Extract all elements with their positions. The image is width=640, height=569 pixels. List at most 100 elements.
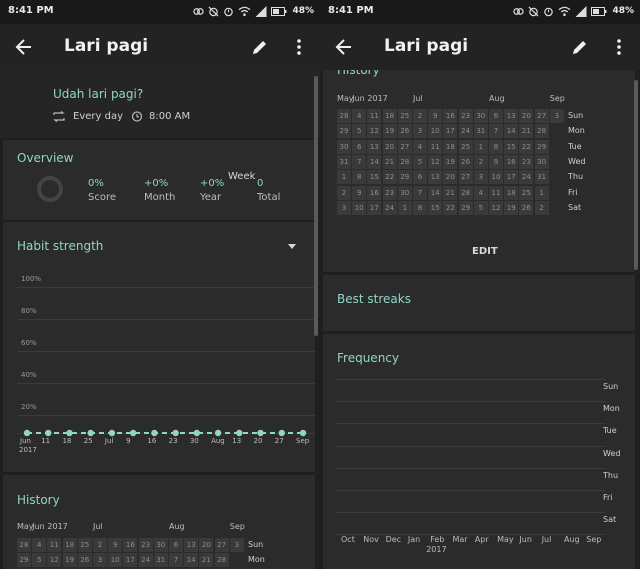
link-icon (513, 7, 525, 15)
history-cell: 3 (549, 109, 564, 123)
strength-point (87, 429, 94, 437)
history-month-label: Jun (32, 522, 45, 531)
x-year-label: 2017 (19, 446, 37, 454)
strength-point (257, 429, 264, 437)
history-day-label: Fri (568, 187, 578, 197)
history-cell: 3 (229, 538, 244, 552)
frequency-month-label: Oct (341, 535, 355, 544)
battery-percent: 48% (612, 6, 634, 16)
best-streaks-title: Best streaks (337, 292, 411, 306)
history-month-label: Jun (352, 94, 365, 103)
scrollbar[interactable] (634, 80, 638, 270)
history-cell: 2 (413, 109, 427, 123)
history-cell: 3 (473, 170, 488, 185)
history-cell: 23 (519, 154, 534, 169)
history-cell: 23 (382, 185, 397, 200)
history-cell: 7 (352, 154, 367, 169)
history-cell: 27 (534, 109, 549, 123)
frequency-day-label: Wed (603, 448, 621, 458)
status-time: 8:41 PM (328, 5, 374, 16)
history-cell: 4 (413, 139, 427, 154)
frequency-month-label: Jun (519, 535, 532, 544)
history-day-label: Sun (568, 111, 584, 120)
history-cell: 2 (534, 200, 549, 215)
edit-pencil-icon[interactable] (570, 37, 590, 57)
history-cell: 30 (534, 154, 549, 169)
history-cell: 30 (473, 109, 488, 123)
frequency-gridline (336, 423, 606, 425)
history-cell: 4 (32, 538, 47, 552)
history-cell: 16 (504, 154, 519, 169)
history-day-label: Mon (568, 126, 585, 136)
frequency-day-label: Mon (603, 404, 620, 414)
history-cell: 24 (382, 200, 397, 215)
history-cell: 2 (93, 538, 107, 552)
back-arrow-icon[interactable] (334, 37, 354, 57)
history-cell: 15 (367, 170, 382, 185)
more-vert-icon[interactable] (611, 37, 627, 57)
x-tick-label: 9 (126, 437, 131, 445)
history-cell: 29 (337, 124, 351, 139)
history-cell: 13 (428, 170, 443, 185)
history-cell: 4 (352, 109, 367, 123)
x-tick-label: 20 (253, 437, 263, 445)
frequency-month-label: Mar (452, 535, 468, 544)
history-cell: 6 (169, 538, 183, 552)
frequency-day-label: Fri (603, 493, 613, 502)
frequency-gridline (336, 512, 606, 514)
frequency-gridline (336, 490, 606, 491)
history-edit-button[interactable]: EDIT (472, 246, 498, 257)
history-cell: 5 (473, 200, 488, 215)
history-cell: 12 (428, 154, 443, 169)
app-bar: Lari pagi (320, 24, 640, 70)
wifi-icon (559, 6, 571, 16)
x-tick-label: 18 (62, 437, 72, 445)
history-cell: 30 (153, 538, 168, 552)
history-cell: 28 (214, 553, 229, 568)
history-cell: 25 (77, 538, 92, 552)
history-cell: 14 (367, 154, 382, 169)
history-cell: 31 (153, 553, 168, 568)
strength-point (129, 429, 137, 437)
x-tick-label: Jul (104, 437, 114, 445)
x-tick-label: 30 (189, 437, 199, 445)
x-tick-label: Aug (211, 437, 225, 445)
history-cell: 8 (413, 200, 427, 215)
frequency-month-label: Apr (474, 535, 489, 544)
history-cell: 26 (397, 124, 412, 139)
history-month-label: Aug (489, 94, 505, 103)
frequency-gridline (336, 467, 606, 469)
frequency-month-label: Jan (407, 535, 421, 544)
scrollbar[interactable] (314, 76, 318, 336)
history-cell: 10 (352, 200, 367, 215)
history-cell: 21 (382, 154, 397, 169)
history-cell: 17 (443, 124, 458, 139)
history-cell: 24 (458, 124, 473, 139)
frequency-year-label: 2017 (426, 545, 447, 554)
history-cell: 23 (458, 109, 473, 123)
history-cell: 26 (519, 200, 534, 215)
history-cell: 27 (397, 139, 412, 154)
history-cell: 10 (489, 170, 503, 185)
history-day-label: Mon (248, 555, 265, 565)
history-cell: 31 (473, 124, 488, 139)
history-cell: 25 (458, 139, 473, 154)
history-cell: 28 (534, 124, 549, 139)
history-cell: 26 (77, 553, 92, 568)
history-cell: 9 (108, 538, 123, 552)
history-cell: 8 (489, 139, 503, 154)
frequency-title: Frequency (337, 351, 399, 365)
frequency-month-label: Sep (586, 535, 602, 544)
x-tick-label: Sep (296, 437, 310, 445)
history-cell: 5 (352, 124, 367, 139)
history-cell: 14 (184, 553, 199, 568)
frequency-gridline (336, 445, 606, 447)
history-cell: 18 (62, 538, 77, 552)
history-cell: 19 (443, 154, 458, 169)
history-month-label: Jul (413, 94, 423, 103)
history-cell: 17 (504, 170, 519, 185)
frequency-month-label: Dec (385, 535, 402, 544)
frequency-day-label: Thu (603, 470, 619, 480)
history-day-label: Wed (568, 156, 586, 166)
alarm-off-icon (528, 5, 539, 17)
